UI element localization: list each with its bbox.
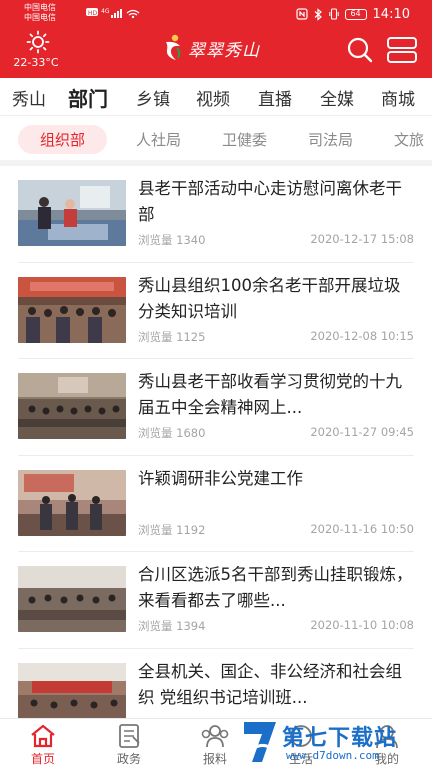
news-date: 2020-11-27 09:45: [310, 425, 414, 439]
news-item[interactable]: 秀山县老干部收看学习贯彻党的十九届五中全会精神网上... 浏览量 1680 20…: [0, 359, 432, 456]
news-item[interactable]: 全县机关、国企、非公经济和社会组织 党组织书记培训班...: [0, 649, 432, 718]
nav-home-label: 首页: [30, 752, 55, 766]
subtab-organization[interactable]: 组织部: [18, 125, 108, 154]
svg-text:4G: 4G: [101, 8, 110, 15]
carrier-1: 中国电信: [24, 3, 56, 12]
watermark-url: www.d7down.com: [286, 749, 379, 762]
weather-widget[interactable]: 22-33°C: [13, 30, 62, 69]
status-bar: 中国电信 中国电信 HD 4G 64 14:10: [0, 0, 432, 28]
news-title: 县老干部活动中心走访慰问离休老干部: [138, 179, 402, 224]
nav-home[interactable]: 首页: [0, 719, 86, 768]
news-views: 浏览量 1340: [138, 233, 206, 247]
tab-allmedia[interactable]: 全媒: [320, 85, 354, 110]
nav-government[interactable]: 政务: [86, 719, 172, 768]
logo-text: 翠翠秀山: [188, 40, 260, 61]
menu-grid-icon[interactable]: [386, 36, 418, 64]
app-logo: 翠翠秀山: [162, 32, 260, 64]
subtab-health[interactable]: 卫健委: [222, 129, 267, 150]
news-thumbnail: [18, 469, 126, 536]
news-thumbnail: [18, 566, 126, 632]
tab-mall[interactable]: 商城: [381, 85, 415, 110]
search-icon[interactable]: [346, 36, 374, 64]
news-views: 浏览量 1125: [138, 329, 206, 344]
vibrate-icon: [328, 8, 339, 20]
weather-temperature: 22-33°C: [13, 56, 59, 69]
watermark-logo-icon: [244, 722, 276, 762]
battery-icon: 64: [344, 8, 367, 20]
app-screen: 中国电信 中国电信 HD 4G 64 14:10 22-33°C 翠翠秀山 秀山…: [0, 0, 432, 768]
news-views: 浏览量 1394: [138, 619, 206, 633]
news-title: 许颖调研非公党建工作: [138, 468, 303, 488]
news-item[interactable]: 合川区选派5名干部到秀山挂职锻炼，来看看都去了哪些... 浏览量 1394 20…: [0, 552, 432, 649]
news-title: 秀山县老干部收看学习贯彻党的十九届五中全会精神网上...: [138, 372, 402, 417]
news-title: 秀山县组织100余名老干部开展垃圾分类知识培训: [138, 275, 401, 321]
document-icon: [119, 724, 140, 748]
subtab-justice[interactable]: 司法局: [308, 129, 353, 150]
carrier-2: 中国电信: [24, 13, 56, 22]
tab-xiushan[interactable]: 秀山: [12, 85, 46, 110]
news-thumbnail: [18, 662, 126, 718]
tab-township[interactable]: 乡镇: [136, 85, 170, 110]
carrier-info: 中国电信 中国电信: [24, 3, 56, 23]
app-header: 中国电信 中国电信 HD 4G 64 14:10 22-33°C 翠翠秀山: [0, 0, 432, 78]
news-item[interactable]: 秀山县组织100余名老干部开展垃圾分类知识培训 浏览量 1125 2020-12…: [0, 263, 432, 359]
subtab-hr-bureau[interactable]: 人社局: [136, 129, 181, 150]
news-thumbnail: [18, 180, 126, 246]
home-icon: [31, 724, 55, 748]
news-date: 2020-12-17 15:08: [310, 232, 414, 246]
department-subtabs: 组织部 人社局 卫健委 司法局 文旅: [0, 116, 432, 162]
subtab-culture[interactable]: 文旅: [394, 129, 424, 150]
people-icon: [201, 725, 229, 748]
channel-tabs: 秀山 部门 乡镇 视频 直播 全媒 商城: [0, 78, 432, 116]
logo-icon: [166, 34, 181, 60]
news-title: 全县机关、国企、非公经济和社会组织 党组织书记培训班...: [138, 661, 402, 707]
tab-department[interactable]: 部门: [68, 83, 108, 112]
site-watermark: 第七下载站 www.d7down.com: [238, 716, 432, 768]
sun-icon: [26, 30, 50, 54]
nav-government-label: 政务: [116, 752, 141, 766]
watermark-text: 第七下载站: [282, 726, 398, 751]
bluetooth-icon: [314, 7, 322, 21]
news-date: 2020-12-08 10:15: [310, 328, 414, 343]
tab-live[interactable]: 直播: [258, 85, 292, 110]
tab-video[interactable]: 视频: [196, 85, 230, 110]
news-item[interactable]: 县老干部活动中心走访慰问离休老干部 浏览量 1340 2020-12-17 15…: [0, 166, 432, 263]
news-list: 县老干部活动中心走访慰问离休老干部 浏览量 1340 2020-12-17 15…: [0, 166, 432, 718]
news-date: 2020-11-10 10:08: [310, 618, 414, 632]
news-views: 浏览量 1680: [138, 426, 206, 440]
status-right: 64 14:10: [295, 6, 410, 22]
news-item[interactable]: 许颖调研非公党建工作 浏览量 1192 2020-11-16 10:50: [0, 456, 432, 552]
news-thumbnail: [18, 373, 126, 439]
header-actions: [346, 36, 418, 64]
nfc-icon: [295, 8, 308, 20]
signal-icon: HD 4G: [86, 8, 140, 19]
svg-text:HD: HD: [88, 10, 98, 17]
news-title: 合川区选派5名干部到秀山挂职锻炼，来看看都去了哪些...: [138, 565, 413, 610]
news-date: 2020-11-16 10:50: [310, 521, 414, 536]
news-thumbnail: [18, 276, 126, 343]
clock: 14:10: [372, 6, 410, 22]
news-views: 浏览量 1192: [138, 522, 206, 537]
